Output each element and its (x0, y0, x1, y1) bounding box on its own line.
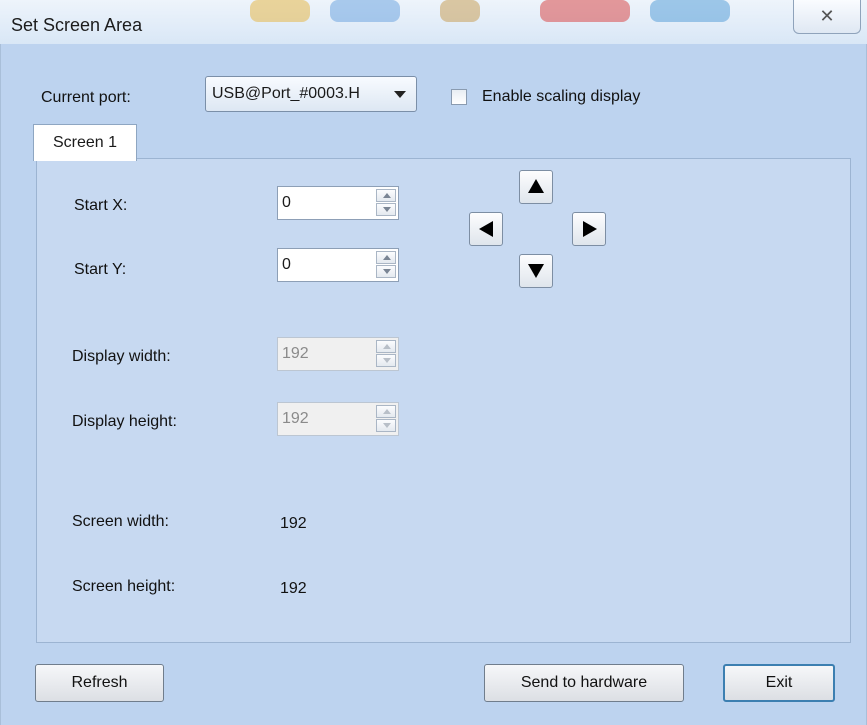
scaling-label[interactable]: Enable scaling display (482, 88, 640, 106)
spin-up-button[interactable] (376, 251, 396, 264)
display-height-spinbox: 192 (277, 402, 399, 436)
scaling-checkbox[interactable] (451, 89, 467, 105)
spin-down-button[interactable] (376, 203, 396, 216)
spin-up-button (376, 405, 396, 418)
title-decoration (250, 0, 310, 22)
screen-width-label: Screen width: (72, 513, 169, 530)
spin-down-button (376, 419, 396, 432)
display-height-value: 192 (282, 410, 309, 427)
title-decoration (650, 0, 730, 22)
screen-width-value: 192 (280, 515, 307, 532)
right-arrow-icon (583, 221, 597, 237)
refresh-button[interactable]: Refresh (35, 664, 164, 702)
tab-panel (36, 158, 851, 643)
title-decoration (440, 0, 480, 22)
chevron-down-icon (394, 91, 406, 98)
display-width-label: Display width: (72, 348, 171, 365)
title-decoration (540, 0, 630, 22)
tab-label: Screen 1 (52, 134, 118, 151)
port-dropdown-value: USB@Port_#0003.H (212, 85, 360, 102)
title-decoration (330, 0, 400, 22)
display-width-spinbox: 192 (277, 337, 399, 371)
spin-down-button[interactable] (376, 265, 396, 278)
current-port-label: Current port: (41, 89, 131, 106)
down-arrow-icon (528, 264, 544, 278)
close-icon: ✕ (819, 6, 835, 26)
move-left-button[interactable] (469, 212, 503, 246)
move-right-button[interactable] (572, 212, 606, 246)
move-up-button[interactable] (519, 170, 553, 204)
tab-screen-1[interactable]: Screen 1 (33, 124, 137, 161)
start-y-label: Start Y: (74, 261, 127, 278)
display-height-label: Display height: (72, 413, 177, 430)
up-arrow-icon (528, 179, 544, 193)
screen-height-label: Screen height: (72, 578, 176, 595)
spin-up-button[interactable] (376, 189, 396, 202)
title-bar: Set Screen Area ✕ (0, 0, 867, 44)
move-down-button[interactable] (519, 254, 553, 288)
send-to-hardware-button[interactable]: Send to hardware (484, 664, 684, 702)
start-x-label: Start X: (74, 197, 128, 214)
spin-down-button (376, 354, 396, 367)
start-y-value: 0 (282, 256, 291, 273)
spin-up-button (376, 340, 396, 353)
window-title: Set Screen Area (11, 15, 143, 35)
screen-height-value: 192 (280, 580, 307, 597)
close-button[interactable]: ✕ (793, 0, 861, 34)
port-dropdown[interactable]: USB@Port_#0003.H (205, 76, 417, 112)
start-x-value: 0 (282, 194, 291, 211)
exit-button[interactable]: Exit (723, 664, 835, 702)
start-x-spinbox[interactable]: 0 (277, 186, 399, 220)
start-y-spinbox[interactable]: 0 (277, 248, 399, 282)
left-arrow-icon (479, 221, 493, 237)
display-width-value: 192 (282, 345, 309, 362)
